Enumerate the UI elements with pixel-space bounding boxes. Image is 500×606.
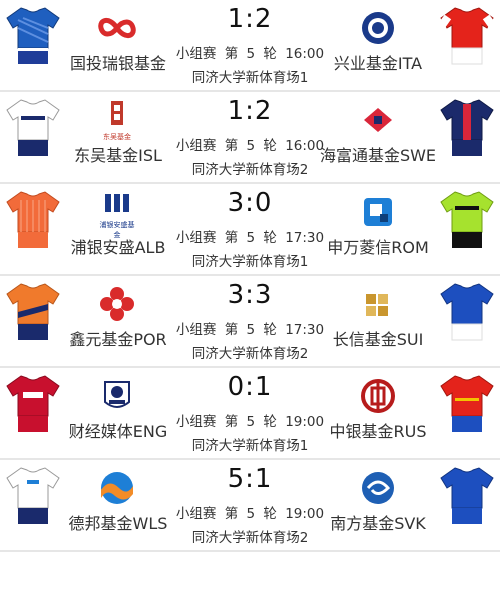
away-jersey-icon [440,375,494,432]
square-logo-icon [364,198,392,226]
away-jersey-icon [440,467,494,524]
match-list: 国投瑞银基金 1:2 小组赛 第 5 轮 16:00 同济大学新体育场1 兴业基… [0,0,500,552]
away-jersey-icon [440,191,494,248]
match-row[interactable]: 财经媒体ENG 0:1 小组赛 第 5 轮 19:00 同济大学新体育场1 中银… [0,368,500,460]
match-row[interactable]: 鑫元基金POR 3:3 小组赛 第 5 轮 17:30 同济大学新体育场2 长信… [0,276,500,368]
flower-logo-icon [100,287,134,321]
match-row[interactable]: 德邦基金WLS 5:1 小组赛 第 5 轮 19:00 同济大学新体育场2 南方… [0,460,500,552]
match-score: 1:2 [227,96,273,126]
match-score: 1:2 [227,4,273,34]
match-row[interactable]: 国投瑞银基金 1:2 小组赛 第 5 轮 16:00 同济大学新体育场1 兴业基… [0,0,500,92]
away-team-name: 长信基金SUI [332,330,424,349]
match-score: 5:1 [227,464,273,494]
match-row[interactable]: 东吴基金 东吴基金ISL 1:2 小组赛 第 5 轮 16:00 同济大学新体育… [0,92,500,184]
infinity-logo-icon [98,18,136,38]
away-jersey-icon [438,7,496,65]
match-score: 3:0 [227,188,273,218]
wave-logo-icon [101,472,133,504]
away-team-name: 兴业基金ITA [333,54,423,73]
away-team-name: 南方基金SVK [330,514,426,533]
cube-logo-icon [366,294,388,316]
away-team-name: 申万菱信ROM [327,238,429,257]
away-team-name: 海富通基金SWE [319,146,437,165]
match-score: 3:3 [227,280,273,310]
lion-logo-icon [104,381,130,408]
spdb-logo-icon: 浦银安盛基金 [97,192,137,239]
swirl-logo-icon [362,472,394,504]
away-jersey-icon [440,99,494,156]
coin-logo-icon [361,379,395,413]
seal-logo-icon: 东吴基金 [97,100,137,141]
away-jersey-icon [440,283,494,341]
match-row[interactable]: 浦银安盛基金 浦银安盛ALB 3:0 小组赛 第 5 轮 17:30 同济大学新… [0,184,500,276]
match-score: 0:1 [227,372,273,402]
away-team-name: 中银基金RUS [329,422,427,441]
circle-emblem-logo-icon [362,12,394,44]
diamond-logo-icon [364,108,392,132]
